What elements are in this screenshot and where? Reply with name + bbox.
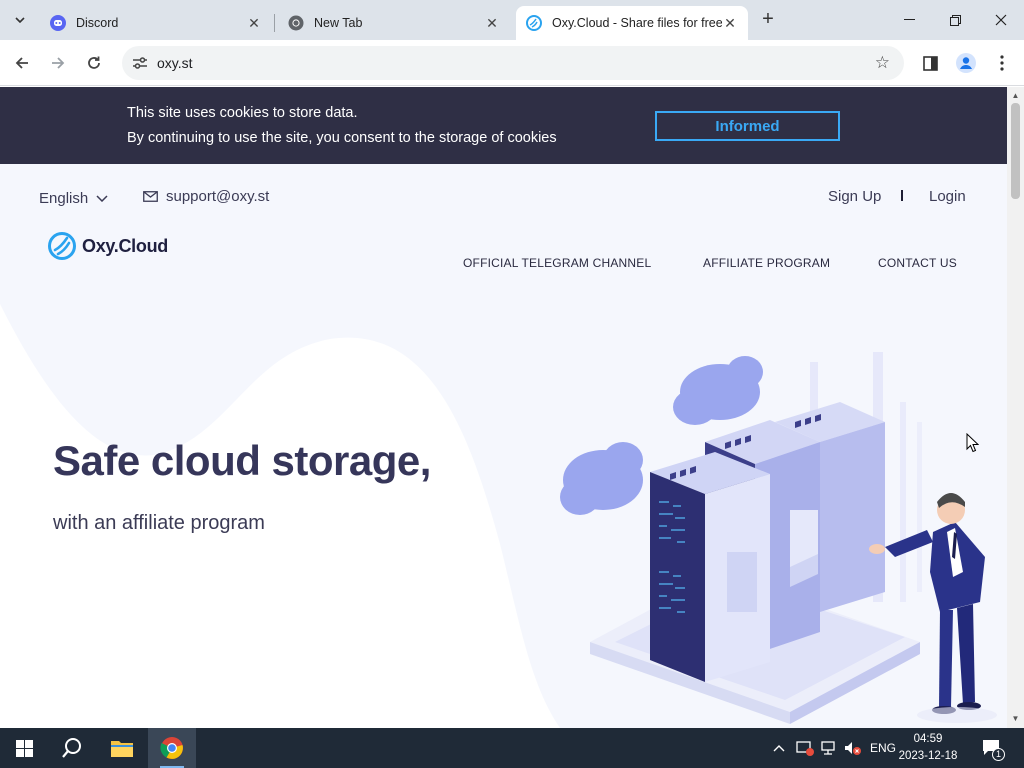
- auth-divider: [901, 190, 903, 201]
- nav-telegram-channel[interactable]: OFFICIAL TELEGRAM CHANNEL: [463, 256, 651, 270]
- tab-title: New Tab: [314, 16, 363, 30]
- nav-contact-us[interactable]: CONTACT US: [878, 256, 957, 270]
- site-info-icon[interactable]: [128, 51, 152, 75]
- cookie-banner: This site uses cookies to store data. By…: [0, 87, 1007, 164]
- scrollbar-thumb[interactable]: [1011, 103, 1020, 199]
- new-tab-button[interactable]: +: [758, 9, 778, 30]
- cloud-icon: [560, 442, 643, 515]
- profile-avatar-icon[interactable]: [955, 52, 977, 74]
- reload-button[interactable]: [81, 50, 107, 76]
- input-language-indicator[interactable]: ENG: [870, 728, 896, 768]
- cloud-icon: [673, 356, 763, 425]
- cookie-message-line1: This site uses cookies to store data.: [127, 105, 358, 121]
- cookie-message-line2: By continuing to use the site, you conse…: [127, 130, 557, 146]
- support-email-link[interactable]: support@oxy.st: [143, 188, 269, 205]
- discord-icon: [50, 15, 66, 31]
- server-illustration: [560, 352, 997, 724]
- bookmark-star-icon[interactable]: ☆: [875, 53, 890, 73]
- support-email-text: support@oxy.st: [166, 188, 270, 205]
- login-link[interactable]: Login: [929, 188, 966, 205]
- folder-icon: [111, 741, 133, 757]
- hero-subtitle: with an affiliate program: [53, 512, 265, 534]
- close-icon[interactable]: ✕: [246, 15, 262, 31]
- oxy-cloud-logo-icon: [48, 232, 76, 260]
- site-logo[interactable]: Oxy.Cloud: [48, 232, 168, 260]
- restore-icon: [949, 14, 961, 26]
- language-selector[interactable]: English: [39, 190, 108, 207]
- close-window-button[interactable]: [989, 8, 1013, 32]
- show-hidden-icons-button[interactable]: [773, 728, 785, 768]
- browser-toolbar: oxy.st ☆: [0, 40, 1024, 86]
- sign-up-link[interactable]: Sign Up: [828, 188, 881, 205]
- mouse-cursor-icon: [966, 433, 979, 453]
- chevron-up-icon: [773, 745, 785, 752]
- tab-title: Oxy.Cloud - Share files for free: [552, 16, 722, 30]
- businessman-figure: [869, 493, 997, 723]
- arrow-left-icon: [15, 57, 28, 69]
- url-text[interactable]: oxy.st: [157, 55, 193, 71]
- close-icon[interactable]: ✕: [722, 15, 738, 31]
- chrome-icon: [288, 15, 304, 31]
- arrow-right-icon: [52, 57, 65, 69]
- address-bar[interactable]: oxy.st ☆: [122, 46, 904, 80]
- taskbar-search-button[interactable]: [48, 728, 96, 768]
- menu-kebab-icon[interactable]: [991, 52, 1013, 74]
- chrome-icon: [160, 737, 183, 759]
- windows-taskbar: ENG 04:59 2023-12-18 1: [0, 728, 1024, 768]
- security-tray-icon[interactable]: [796, 728, 814, 768]
- back-button[interactable]: [9, 50, 35, 76]
- side-panel-icon[interactable]: [919, 52, 941, 74]
- nav-affiliate-program[interactable]: AFFILIATE PROGRAM: [703, 256, 830, 270]
- page-viewport: This site uses cookies to store data. By…: [0, 87, 1007, 728]
- tab-oxy-cloud[interactable]: Oxy.Cloud - Share files for free ✕: [516, 6, 748, 40]
- language-code: ENG: [870, 741, 897, 755]
- tab-discord[interactable]: Discord ✕: [40, 6, 272, 40]
- volume-muted-icon[interactable]: [844, 728, 862, 768]
- envelope-icon: [143, 191, 158, 202]
- chrome-taskbar-button[interactable]: [148, 728, 196, 768]
- forward-button[interactable]: [45, 50, 71, 76]
- system-clock[interactable]: 04:59 2023-12-18: [898, 731, 958, 765]
- tab-divider: [274, 14, 275, 32]
- file-explorer-button[interactable]: [98, 728, 146, 768]
- browser-tab-bar: Discord ✕ New Tab ✕ Oxy.Cloud - Share fi…: [0, 0, 1024, 40]
- reload-icon: [88, 56, 100, 69]
- logo-text: Oxy.Cloud: [82, 235, 168, 256]
- notification-count: 1: [992, 748, 1005, 761]
- tab-new-tab[interactable]: New Tab ✕: [278, 6, 510, 40]
- clock-time: 04:59: [913, 733, 943, 745]
- chevron-down-icon: [96, 195, 108, 202]
- tab-search-button[interactable]: [8, 8, 32, 32]
- page-scrollbar[interactable]: ▲ ▼: [1007, 87, 1024, 728]
- tab-title: Discord: [76, 16, 119, 30]
- cookie-accept-button[interactable]: Informed: [655, 111, 840, 141]
- close-icon: [995, 14, 1007, 26]
- close-icon[interactable]: ✕: [484, 15, 500, 31]
- clock-date: 2023-12-18: [898, 750, 958, 762]
- language-label: English: [39, 190, 89, 207]
- windows-logo-icon: [15, 739, 33, 757]
- oxy-cloud-icon: [526, 15, 542, 31]
- scroll-up-icon[interactable]: ▲: [1007, 89, 1024, 103]
- restore-button[interactable]: [943, 8, 967, 32]
- scroll-down-icon[interactable]: ▼: [1007, 712, 1024, 726]
- search-icon: [62, 738, 81, 758]
- notification-center-button[interactable]: 1: [982, 728, 1005, 768]
- minimize-button[interactable]: [897, 8, 921, 32]
- start-button[interactable]: [0, 728, 48, 768]
- network-tray-icon[interactable]: [820, 728, 838, 768]
- chevron-down-icon: [15, 17, 25, 23]
- minimize-icon: [903, 19, 915, 20]
- hero-title: Safe cloud storage,: [53, 437, 431, 484]
